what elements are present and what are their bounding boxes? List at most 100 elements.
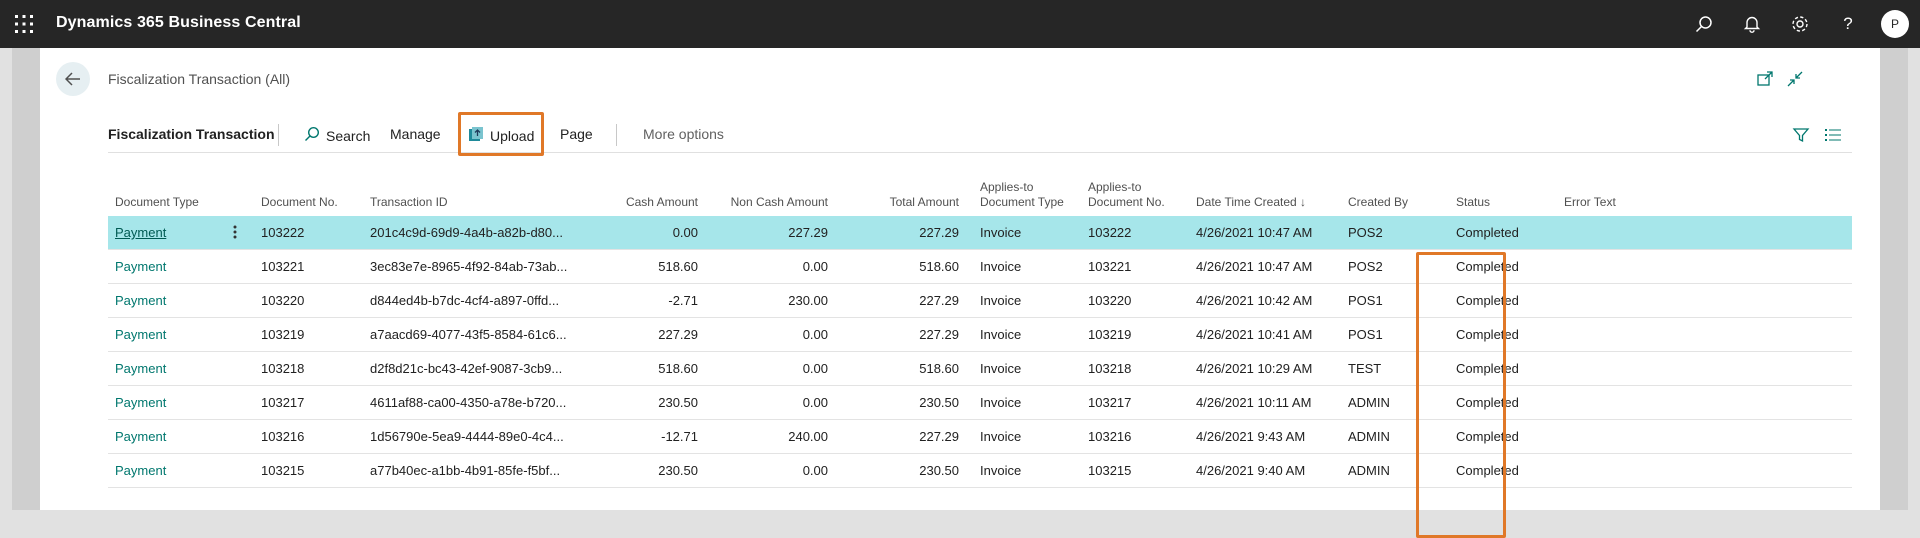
document-no-cell: 103217 <box>261 395 305 410</box>
total-amount-cell: 227.29 <box>919 225 959 240</box>
created-by-cell: ADMIN <box>1348 463 1390 478</box>
col-non-cash-amount[interactable]: Non Cash Amount <box>698 195 828 210</box>
action-bar-title: Fiscalization Transaction <box>108 126 275 142</box>
col-date-time-created[interactable]: Date Time Created ↓ <box>1196 195 1306 210</box>
col-created-by[interactable]: Created By <box>1348 195 1408 210</box>
document-no-cell: 103219 <box>261 327 305 342</box>
document-type-link[interactable]: Payment <box>115 395 166 410</box>
applies-to-doc-type-cell: Invoice <box>980 327 1022 342</box>
col-status[interactable]: Status <box>1456 195 1490 210</box>
applies-to-doc-no-cell: 103217 <box>1088 395 1132 410</box>
col-applies-to-doc-no[interactable]: Applies-to Document No. <box>1088 180 1165 210</box>
row-actions-icon[interactable] <box>230 222 240 242</box>
top-bar: Dynamics 365 Business Central ? P <box>0 0 1920 48</box>
cash-amount-cell: 518.60 <box>658 361 698 376</box>
cash-amount-cell: -12.71 <box>661 429 698 444</box>
total-amount-cell: 227.29 <box>919 293 959 308</box>
transaction-id-cell: d2f8d21c-bc43-42ef-9087-3cb9... <box>370 361 563 376</box>
total-amount-cell: 227.29 <box>919 429 959 444</box>
upload-highlight <box>458 112 544 156</box>
document-type-link[interactable]: Payment <box>115 463 166 478</box>
transaction-id-cell: a77b40ec-a1bb-4b91-85fe-f5bf... <box>370 463 561 478</box>
table-row[interactable]: Payment 103221 3ec83e7e-8965-4f92-84ab-73a… <box>108 250 1852 284</box>
user-avatar[interactable]: P <box>1881 10 1909 38</box>
status-cell: Completed <box>1456 293 1519 308</box>
col-document-no[interactable]: Document No. <box>261 195 338 210</box>
help-icon[interactable]: ? <box>1836 12 1860 36</box>
filter-icon[interactable] <box>1792 126 1810 144</box>
app-launcher-icon[interactable] <box>14 14 34 34</box>
created-by-cell: POS1 <box>1348 293 1383 308</box>
col-applies-to-doc-type[interactable]: Applies-to Document Type <box>980 180 1064 210</box>
applies-to-doc-type-cell: Invoice <box>980 293 1022 308</box>
applies-to-doc-type-cell: Invoice <box>980 395 1022 410</box>
document-no-cell: 103215 <box>261 463 305 478</box>
transaction-id-cell: d844ed4b-b7dc-4cf4-a897-0ffd... <box>370 293 560 308</box>
search-icon <box>304 126 320 145</box>
document-type-link[interactable]: Payment <box>115 259 166 274</box>
notification-bell-icon[interactable] <box>1740 12 1764 36</box>
header-line: Applies-to <box>980 180 1034 194</box>
document-no-cell: 103220 <box>261 293 305 308</box>
document-no-cell: 103222 <box>261 225 305 240</box>
page-menu[interactable]: Page <box>560 126 593 142</box>
manage-menu[interactable]: Manage <box>390 126 441 142</box>
search-label: Search <box>326 127 371 144</box>
page-panel: Fiscalization Transaction (All) Fiscaliz… <box>40 48 1880 538</box>
cash-amount-cell: 230.50 <box>658 463 698 478</box>
total-amount-cell: 518.60 <box>919 259 959 274</box>
applies-to-doc-no-cell: 103218 <box>1088 361 1132 376</box>
page-title: Fiscalization Transaction (All) <box>108 71 291 87</box>
col-error-text[interactable]: Error Text <box>1564 195 1616 210</box>
search-icon[interactable] <box>1692 12 1716 36</box>
app-title[interactable]: Dynamics 365 Business Central <box>56 14 301 32</box>
col-cash-amount[interactable]: Cash Amount <box>588 195 698 210</box>
table-row[interactable]: Payment 103215 a77b40ec-a1bb-4b91-85fe-f5b… <box>108 454 1852 488</box>
col-document-type[interactable]: Document Type <box>115 195 199 210</box>
left-gutter <box>12 48 40 510</box>
document-type-link[interactable]: Payment <box>115 327 166 342</box>
document-type-link[interactable]: Payment <box>115 429 166 444</box>
date-time-created-cell: 4/26/2021 10:42 AM <box>1196 293 1313 308</box>
table-row[interactable]: Payment 103222 201c4c9d-69d9-4a4b-a82b-d80… <box>108 216 1852 250</box>
date-time-created-cell: 4/26/2021 10:47 AM <box>1196 259 1313 274</box>
divider <box>616 124 617 146</box>
document-no-cell: 103216 <box>261 429 305 444</box>
cash-amount-cell: 0.00 <box>672 225 698 240</box>
non-cash-amount-cell: 0.00 <box>802 327 828 342</box>
applies-to-doc-no-cell: 103216 <box>1088 429 1132 444</box>
non-cash-amount-cell: 230.00 <box>788 293 828 308</box>
col-total-amount[interactable]: Total Amount <box>848 195 959 210</box>
table-row[interactable]: Payment 103217 4611af88-ca00-4350-a78e-b72… <box>108 386 1852 420</box>
applies-to-doc-type-cell: Invoice <box>980 429 1022 444</box>
collapse-icon[interactable] <box>1786 70 1804 88</box>
search-button[interactable]: Search <box>304 126 370 145</box>
open-new-window-icon[interactable] <box>1756 70 1774 88</box>
created-by-cell: POS1 <box>1348 327 1383 342</box>
total-amount-cell: 227.29 <box>919 327 959 342</box>
table-row[interactable]: Payment 103216 1d56790e-5ea9-4444-89e0-4c4… <box>108 420 1852 454</box>
list-view-icon[interactable] <box>1824 126 1842 144</box>
status-cell: Completed <box>1456 225 1519 240</box>
status-cell: Completed <box>1456 361 1519 376</box>
header-line: Document No. <box>1088 195 1165 209</box>
date-time-created-cell: 4/26/2021 9:40 AM <box>1196 463 1306 478</box>
applies-to-doc-type-cell: Invoice <box>980 259 1022 274</box>
col-transaction-id[interactable]: Transaction ID <box>370 195 448 210</box>
document-type-link[interactable]: Payment <box>115 293 166 308</box>
table-row[interactable]: Payment 103218 d2f8d21c-bc43-42ef-9087-3cb… <box>108 352 1852 386</box>
status-cell: Completed <box>1456 395 1519 410</box>
back-button[interactable] <box>56 62 90 96</box>
more-options-button[interactable]: More options <box>643 126 724 142</box>
status-cell: Completed <box>1456 429 1519 444</box>
document-type-link[interactable]: Payment <box>115 361 166 376</box>
table-row[interactable]: Payment 103219 a7aacd69-4077-43f5-8584-61c… <box>108 318 1852 352</box>
non-cash-amount-cell: 0.00 <box>802 395 828 410</box>
settings-gear-icon[interactable] <box>1788 12 1812 36</box>
created-by-cell: POS2 <box>1348 225 1383 240</box>
cash-amount-cell: 227.29 <box>658 327 698 342</box>
table-row[interactable]: Payment 103220 d844ed4b-b7dc-4cf4-a897-0ff… <box>108 284 1852 318</box>
non-cash-amount-cell: 0.00 <box>802 463 828 478</box>
document-type-link[interactable]: Payment <box>115 225 166 240</box>
transaction-id-cell: 4611af88-ca00-4350-a78e-b720... <box>370 395 567 410</box>
